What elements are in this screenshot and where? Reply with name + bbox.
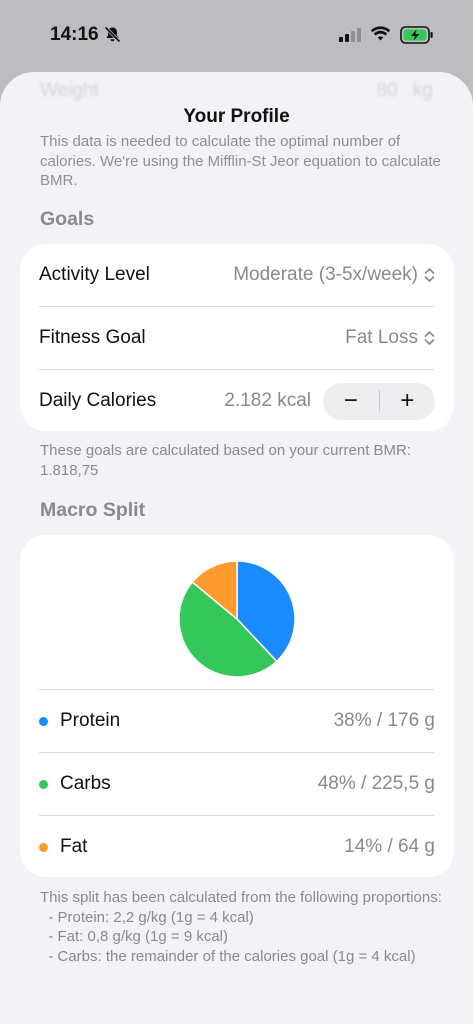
- battery-charging-icon: [400, 25, 434, 50]
- daily-calories-control: 2.182 kcal − +: [224, 382, 436, 420]
- fat-value: 14% / 64 g: [344, 836, 435, 857]
- macro-label-fat: Fat: [39, 836, 87, 858]
- goals-note: These goals are calculated based on your…: [40, 442, 412, 479]
- weight-unit: kg: [412, 80, 433, 101]
- weight-label: Weight: [40, 80, 99, 101]
- carbs-dot-icon: [39, 779, 48, 789]
- fitness-goal-row[interactable]: Fitness Goal Fat Loss: [39, 307, 435, 369]
- macro-row-protein: Protein 38% / 176 g: [39, 690, 435, 752]
- macro-row-carbs: Carbs 48% / 225,5 g: [39, 753, 435, 815]
- fat-dot-icon: [39, 842, 48, 852]
- protein-label: Protein: [60, 710, 121, 731]
- status-time: 14:16: [50, 24, 99, 45]
- macro-note-intro: This split has been calculated from the …: [40, 889, 442, 906]
- chevron-up-down-icon: [424, 331, 435, 345]
- weight-value[interactable]: 80: [377, 80, 398, 101]
- fat-label: Fat: [60, 836, 88, 857]
- macro-split-card: Protein 38% / 176 g Carbs 48% / 225,5 g …: [20, 535, 454, 877]
- protein-value: 38% / 176 g: [333, 710, 435, 731]
- daily-calories-value: 2.182 kcal: [224, 390, 311, 411]
- goals-card: Activity Level Moderate (3-5x/week) Fitn…: [20, 244, 454, 431]
- activity-level-row[interactable]: Activity Level Moderate (3-5x/week): [39, 244, 435, 306]
- macro-row-fat: Fat 14% / 64 g: [39, 816, 435, 878]
- macro-note-line: - Protein: 2,2 g/kg (1g = 4 kcal): [40, 908, 254, 926]
- macro-note-line: - Carbs: the remainder of the calories g…: [40, 947, 416, 965]
- chevron-up-down-icon: [424, 268, 435, 282]
- bell-slash-icon: [104, 26, 121, 48]
- protein-dot-icon: [39, 716, 48, 726]
- goals-header: Goals: [40, 208, 95, 230]
- decrement-button[interactable]: −: [323, 383, 379, 420]
- wifi-icon: [370, 26, 391, 47]
- status-bar: 14:16: [0, 0, 473, 72]
- activity-level-picker[interactable]: Moderate (3-5x/week): [233, 264, 435, 286]
- macro-note: This split has been calculated from the …: [40, 888, 443, 966]
- calories-stepper[interactable]: − +: [323, 382, 436, 420]
- carbs-label: Carbs: [60, 773, 111, 794]
- bmr-note: This data is needed to calculate the opt…: [40, 133, 441, 189]
- fitness-goal-value: Fat Loss: [345, 327, 418, 348]
- sheet-title: Your Profile: [183, 106, 290, 127]
- macro-note-line: - Fat: 0,8 g/kg (1g = 9 kcal): [40, 928, 228, 945]
- fitness-goal-picker[interactable]: Fat Loss: [345, 327, 435, 349]
- increment-button[interactable]: +: [380, 383, 436, 420]
- daily-calories-label: Daily Calories: [39, 390, 157, 411]
- macro-label-protein: Protein: [39, 710, 120, 732]
- macro-pie-chart: [178, 560, 296, 678]
- activity-level-label: Activity Level: [39, 264, 150, 285]
- fitness-goal-label: Fitness Goal: [39, 327, 146, 348]
- profile-sheet: Weight 80 kg Your Profile This data is n…: [0, 72, 473, 1024]
- macro-label-carbs: Carbs: [39, 773, 111, 795]
- signal-icon: [339, 28, 363, 47]
- carbs-value: 48% / 225,5 g: [317, 773, 435, 794]
- weight-value-group: 80 kg: [377, 80, 434, 104]
- weight-row-scrolled: Weight 80 kg: [40, 80, 433, 104]
- macro-split-header: Macro Split: [40, 499, 146, 521]
- activity-level-value: Moderate (3-5x/week): [233, 264, 418, 285]
- daily-calories-row: Daily Calories 2.182 kcal − +: [39, 370, 435, 432]
